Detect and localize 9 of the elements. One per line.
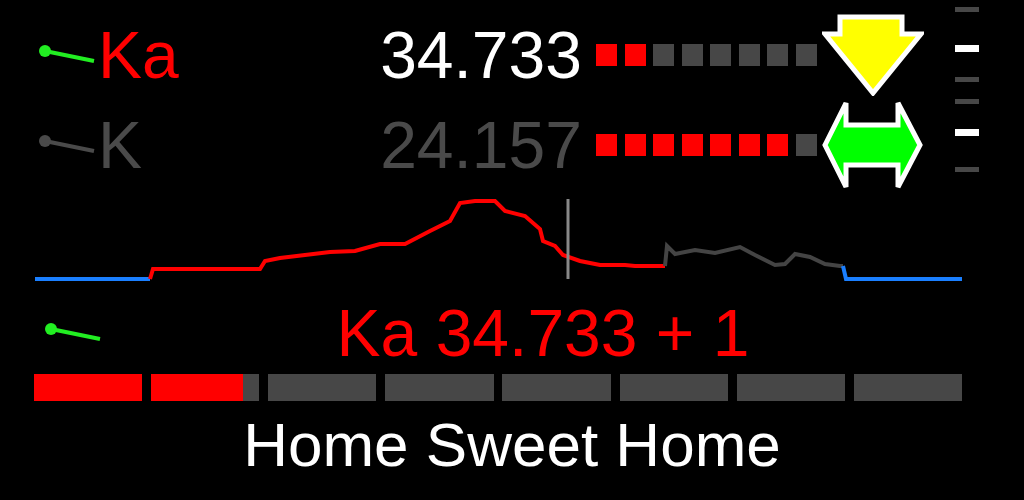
needle-icon bbox=[44, 322, 102, 344]
frequency-value: 34.733 bbox=[380, 22, 582, 88]
needle-icon bbox=[38, 134, 96, 156]
frequency-value: 24.157 bbox=[380, 112, 582, 178]
string-label: K bbox=[98, 112, 144, 178]
note-reading: Ka 34.733 + 1 bbox=[335, 300, 751, 366]
string-label: Ka bbox=[98, 22, 180, 88]
needle-icon bbox=[38, 44, 96, 66]
song-title: Home Sweet Home bbox=[242, 411, 782, 480]
